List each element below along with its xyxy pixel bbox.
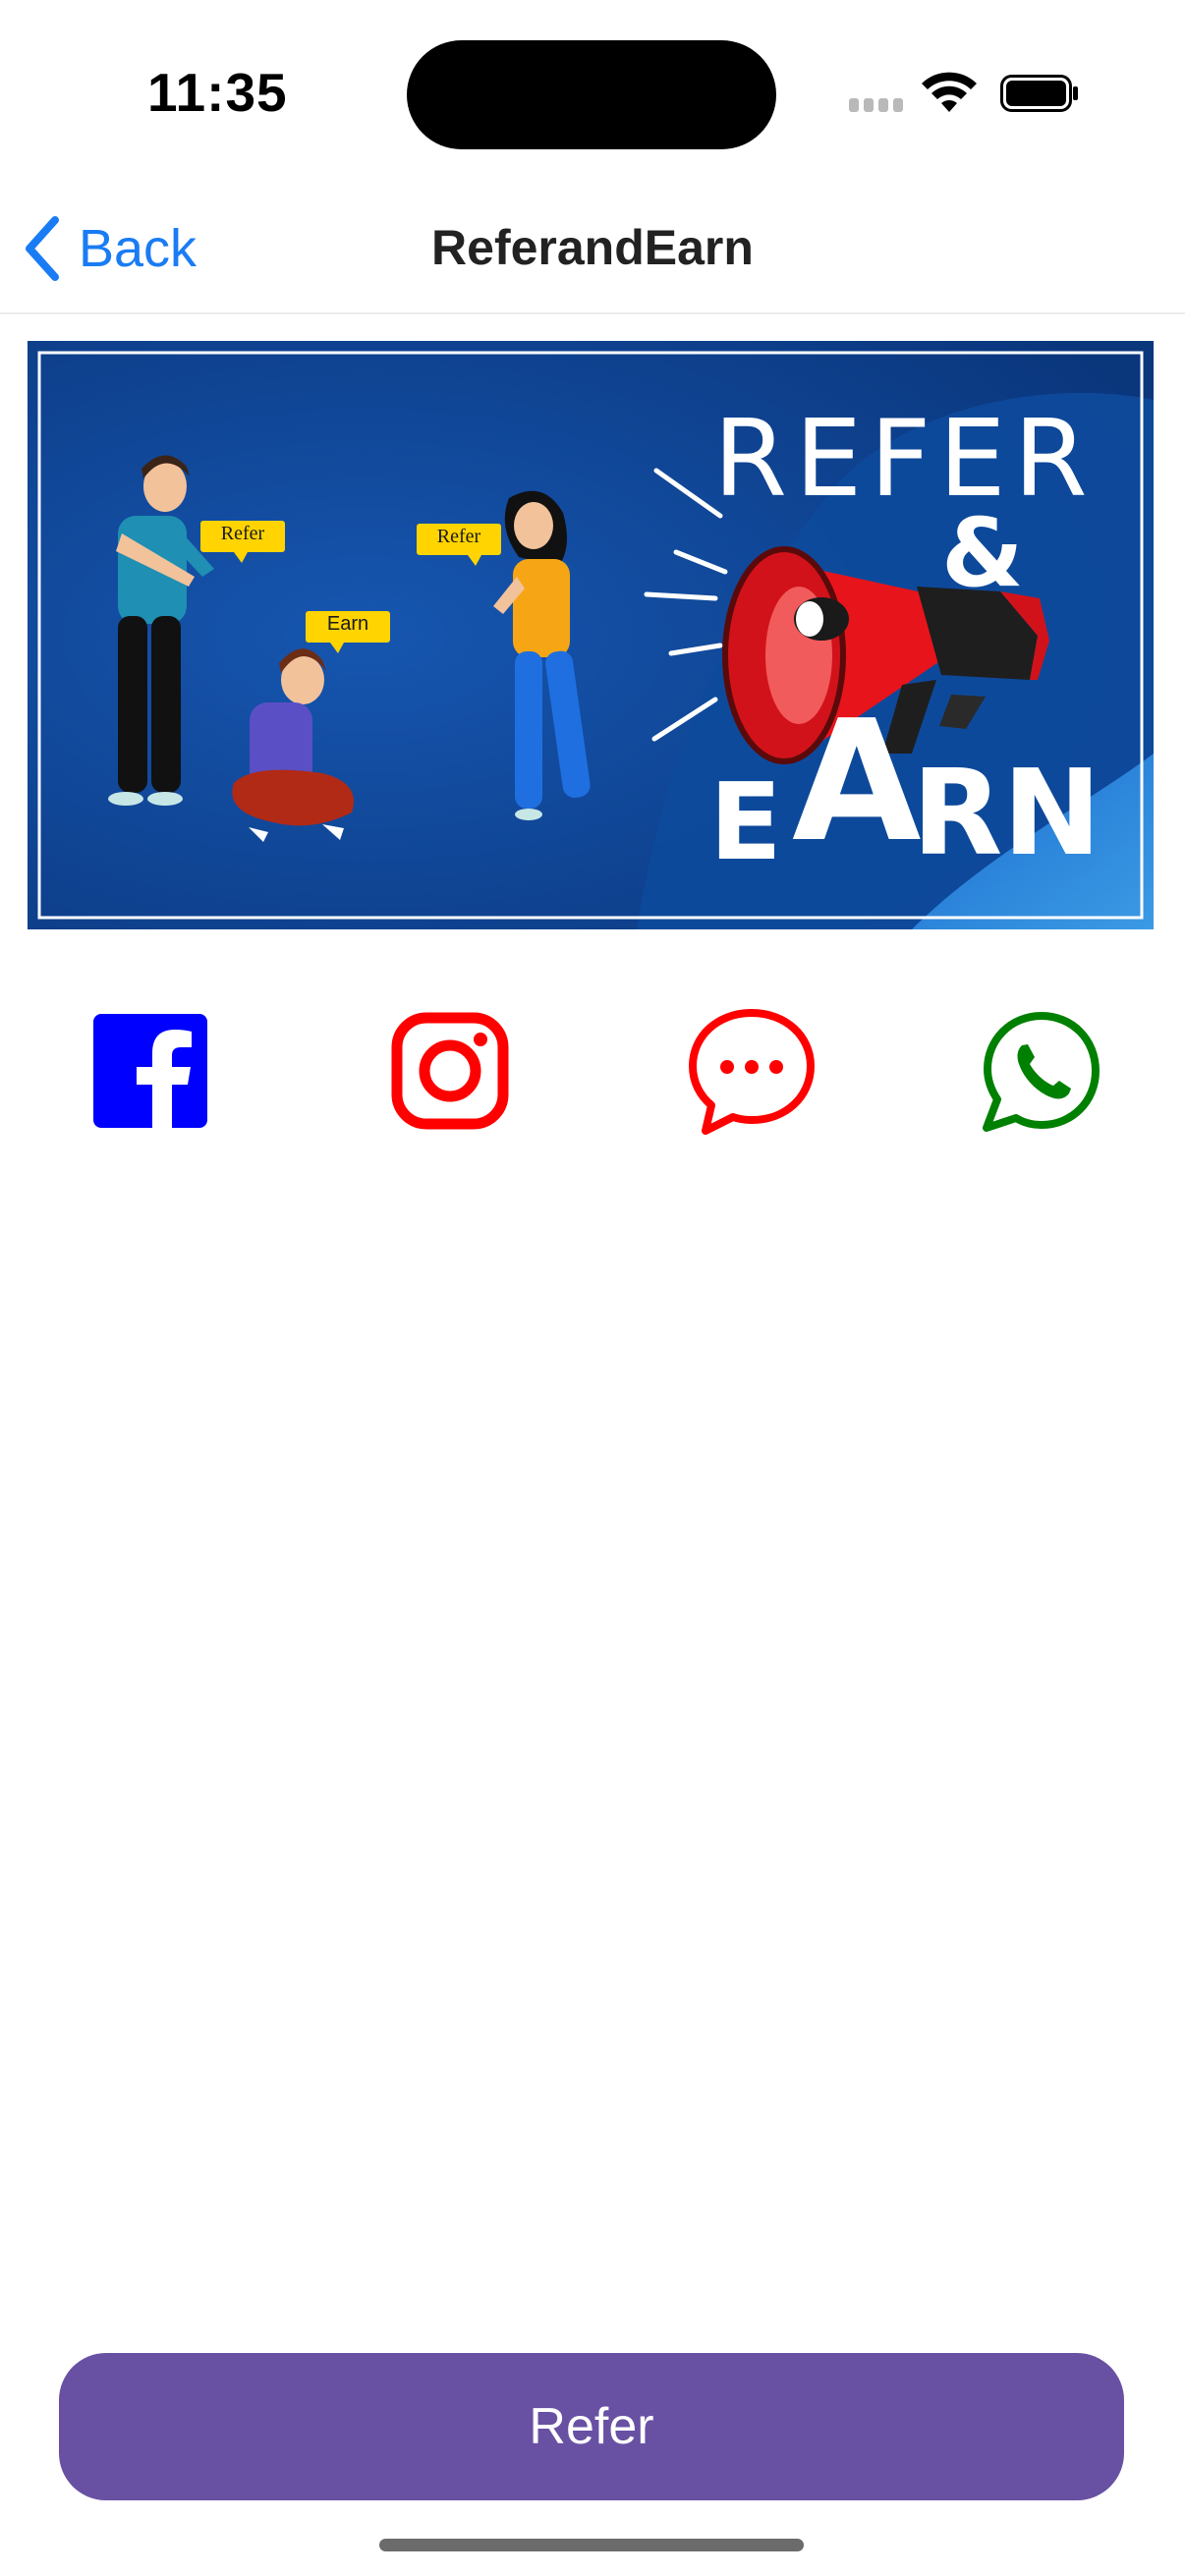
banner-headline-earn-rn: RN: [912, 746, 1101, 882]
status-time: 11:35: [147, 62, 288, 123]
speech-bubble-earn: Earn: [326, 613, 369, 635]
speech-bubble-refer-2: Refer: [436, 526, 481, 547]
navigation-bar: Back ReferandEarn: [0, 187, 1185, 314]
whatsapp-icon: [983, 1012, 1100, 1132]
instagram-icon: [391, 1012, 509, 1130]
whatsapp-share-button[interactable]: [981, 1002, 1102, 1140]
speech-bubble-refer-1: Refer: [220, 523, 265, 544]
instagram-share-button[interactable]: [386, 1002, 514, 1140]
wifi-icon: [922, 72, 977, 112]
cellular-signal-icon: [849, 98, 904, 112]
refer-button[interactable]: Refer: [59, 2353, 1124, 2500]
message-share-button[interactable]: [686, 1002, 818, 1140]
banner-headline-earn-a: A: [792, 685, 922, 879]
facebook-share-button[interactable]: [86, 1002, 214, 1140]
banner-headline-ampersand: &: [941, 498, 1024, 608]
dynamic-island: [407, 40, 776, 149]
page-title: ReferandEarn: [431, 220, 754, 275]
banner-headline-refer: REFER: [713, 398, 1096, 521]
home-indicator[interactable]: [379, 2539, 804, 2551]
battery-icon: [1000, 75, 1078, 112]
facebook-icon: [93, 1014, 207, 1128]
banner-headline-earn-e: E: [709, 761, 782, 884]
message-icon: [689, 1009, 815, 1135]
status-bar: 11:35: [0, 0, 1185, 177]
refer-and-earn-banner: REFER & E A RN Refer Earn Refer: [28, 341, 1154, 929]
